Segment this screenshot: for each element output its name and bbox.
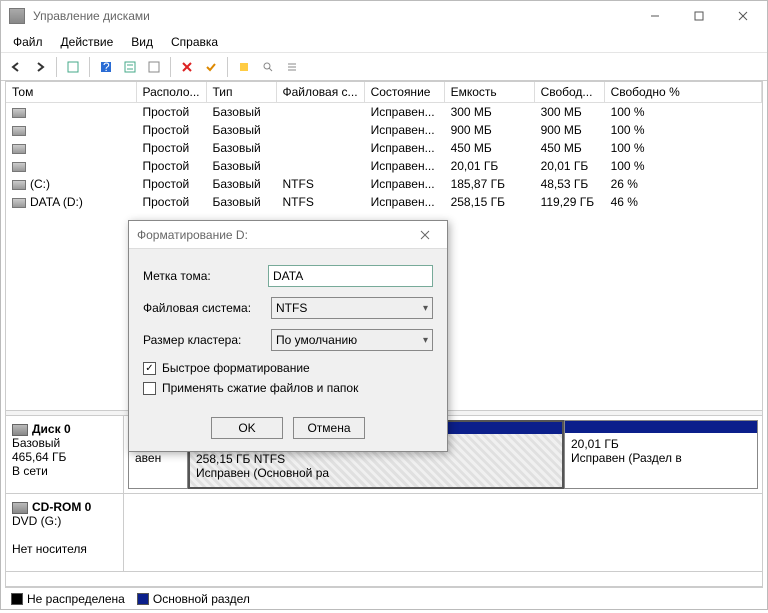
quick-format-label: Быстрое форматирование xyxy=(162,361,310,375)
col-status[interactable]: Состояние xyxy=(364,82,444,103)
col-freepct[interactable]: Свободно % xyxy=(604,82,761,103)
help-button[interactable]: ? xyxy=(95,56,117,78)
partition-recovery[interactable]: 20,01 ГБ Исправен (Раздел в xyxy=(564,420,758,489)
label-volume: Метка тома: xyxy=(143,269,268,283)
dialog-titlebar[interactable]: Форматирование D: xyxy=(129,221,447,249)
dialog-close-button[interactable] xyxy=(411,221,439,249)
toolbar: ? xyxy=(1,53,767,81)
col-capacity[interactable]: Емкость xyxy=(444,82,534,103)
chevron-down-icon: ▾ xyxy=(423,303,428,314)
chevron-down-icon: ▾ xyxy=(423,335,428,346)
col-volume[interactable]: Том xyxy=(6,82,136,103)
format-dialog: Форматирование D: Метка тома: Файловая с… xyxy=(128,220,448,452)
disk-row-1: CD-ROM 0 DVD (G:) Нет носителя xyxy=(6,494,762,572)
table-row[interactable]: DATA (D:)ПростойБазовыйNTFSИсправен...25… xyxy=(6,193,762,211)
menu-file[interactable]: Файл xyxy=(5,33,51,51)
legend-unallocated: Не распределена xyxy=(11,592,125,606)
disk-info-0[interactable]: Диск 0 Базовый 465,64 ГБ В сети xyxy=(6,416,124,493)
menu-help[interactable]: Справка xyxy=(163,33,226,51)
maximize-button[interactable] xyxy=(677,1,721,31)
col-fs[interactable]: Файловая с... xyxy=(276,82,364,103)
table-row[interactable]: ПростойБазовыйИсправен...20,01 ГБ20,01 Г… xyxy=(6,157,762,175)
label-cluster: Размер кластера: xyxy=(143,333,271,347)
legend-primary: Основной раздел xyxy=(137,592,250,606)
minimize-button[interactable] xyxy=(633,1,677,31)
forward-button[interactable] xyxy=(29,56,51,78)
cluster-select[interactable]: По умолчанию▾ xyxy=(271,329,433,351)
cdrom-icon xyxy=(12,502,28,514)
table-row[interactable]: (C:)ПростойБазовыйNTFSИсправен...185,87 … xyxy=(6,175,762,193)
menubar: Файл Действие Вид Справка xyxy=(1,31,767,53)
disk-icon xyxy=(12,424,28,436)
table-row[interactable]: ПростойБазовыйИсправен...900 МБ900 МБ100… xyxy=(6,121,762,139)
app-icon xyxy=(9,8,25,24)
label-filesystem: Файловая система: xyxy=(143,301,271,315)
compress-checkbox[interactable] xyxy=(143,382,156,395)
volume-label-input[interactable] xyxy=(268,265,433,287)
statusbar: Не распределена Основной раздел xyxy=(5,587,763,609)
window-title: Управление дисками xyxy=(33,9,633,23)
check-button[interactable] xyxy=(200,56,222,78)
settings-button[interactable] xyxy=(119,56,141,78)
filesystem-select[interactable]: NTFS▾ xyxy=(271,297,433,319)
ok-button[interactable]: OK xyxy=(211,417,283,439)
disk-info-1[interactable]: CD-ROM 0 DVD (G:) Нет носителя xyxy=(6,494,124,571)
quick-format-checkbox[interactable]: ✓ xyxy=(143,362,156,375)
view-button[interactable] xyxy=(62,56,84,78)
delete-button[interactable] xyxy=(176,56,198,78)
close-button[interactable] xyxy=(721,1,765,31)
refresh-button[interactable] xyxy=(143,56,165,78)
titlebar: Управление дисками xyxy=(1,1,767,31)
menu-view[interactable]: Вид xyxy=(123,33,161,51)
list-button[interactable] xyxy=(281,56,303,78)
table-row[interactable]: ПростойБазовыйИсправен...450 МБ450 МБ100… xyxy=(6,139,762,157)
compress-label: Применять сжатие файлов и папок xyxy=(162,381,358,395)
col-type[interactable]: Тип xyxy=(206,82,276,103)
dialog-title: Форматирование D: xyxy=(137,228,411,242)
cancel-button[interactable]: Отмена xyxy=(293,417,365,439)
table-row[interactable]: ПростойБазовыйИсправен...300 МБ300 МБ100… xyxy=(6,103,762,122)
col-layout[interactable]: Располо... xyxy=(136,82,206,103)
back-button[interactable] xyxy=(5,56,27,78)
svg-text:?: ? xyxy=(103,61,110,73)
new-button[interactable] xyxy=(233,56,255,78)
menu-action[interactable]: Действие xyxy=(53,33,122,51)
col-free[interactable]: Свобод... xyxy=(534,82,604,103)
scan-button[interactable] xyxy=(257,56,279,78)
